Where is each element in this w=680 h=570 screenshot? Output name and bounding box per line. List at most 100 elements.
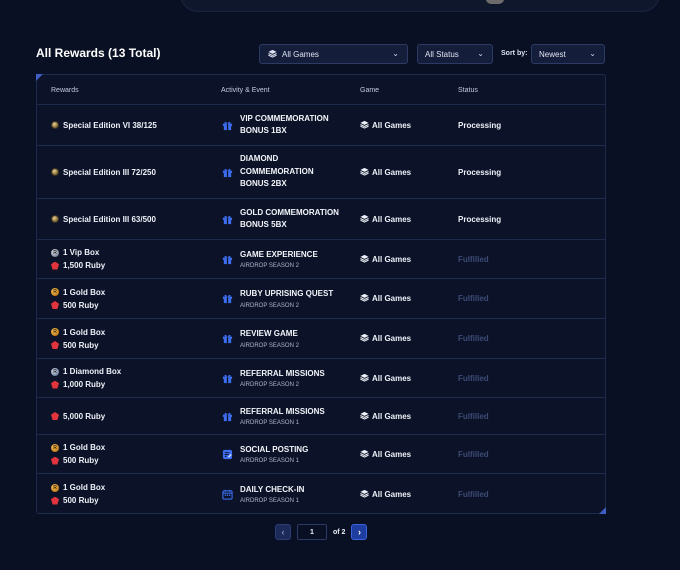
game-label: All Games	[372, 254, 412, 264]
sort-select[interactable]: Newest ⌄	[531, 44, 605, 64]
status-filter-select[interactable]: All Status ⌄	[417, 44, 493, 64]
activity-cell: GOLD COMMEMORATION BONUS 5BX	[221, 199, 356, 239]
game-cell: All Games	[360, 105, 455, 145]
game-label: All Games	[372, 167, 412, 177]
games-filter-select[interactable]: All Games ⌄	[259, 44, 408, 64]
layers-icon	[360, 489, 372, 500]
column-header-status: Status	[458, 87, 478, 94]
reward-label: 1,000 Ruby	[63, 380, 106, 389]
status-badge: Fulfilled	[458, 254, 489, 264]
ruby-icon	[51, 301, 59, 309]
reward-item: R 1 Gold Box	[51, 443, 105, 452]
activity-season: AIRDROP SEASON 2	[240, 302, 299, 309]
reward-label: 1 Gold Box	[63, 287, 106, 297]
reward-label: 500 Ruby	[63, 456, 99, 465]
reward-item: R 1 Vip Box	[51, 248, 105, 257]
activity-season: AIRDROP SEASON 2	[240, 342, 299, 349]
next-page-button[interactable]: ›	[351, 524, 368, 540]
activity-title: DIAMOND COMMEMORATION BONUS 2BX	[240, 154, 314, 189]
diamond-box-icon: R	[51, 367, 59, 376]
reward-item: 1,500 Ruby	[51, 261, 105, 270]
game-cell: All Games	[360, 279, 455, 318]
ruby-icon	[51, 380, 59, 389]
layers-icon	[360, 411, 372, 422]
reward-item: Special Edition III 63/500	[51, 215, 156, 224]
layers-icon	[360, 333, 372, 344]
column-header-rewards: Rewards	[51, 87, 79, 94]
game-cell: All Games	[360, 359, 455, 397]
activity-title: SOCIAL POSTING	[240, 444, 309, 454]
status-badge: Processing	[458, 214, 502, 224]
gold-box-icon: R	[51, 483, 59, 492]
reward-label: 1 Gold Box	[63, 327, 106, 337]
calendar-icon	[221, 488, 233, 500]
activity-cell: REFERRAL MISSIONS AIRDROP SEASON 1	[221, 398, 356, 434]
layers-icon	[360, 373, 372, 384]
reward-label: 1,500 Ruby	[63, 261, 106, 270]
gift-icon	[221, 253, 233, 265]
activity-title: GAME EXPERIENCE	[240, 249, 318, 259]
rewards-cell: 5,000 Ruby	[51, 398, 216, 434]
reward-label: 1 Gold Box	[63, 483, 106, 492]
status-cell: Fulfilled	[458, 240, 578, 278]
status-cell: Fulfilled	[458, 359, 578, 397]
status-badge: Fulfilled	[458, 411, 489, 421]
reward-label: 500 Ruby	[63, 300, 99, 310]
page-number-input[interactable]: 1	[297, 524, 327, 540]
layers-icon	[360, 449, 372, 460]
chevron-down-icon: ⌄	[589, 49, 596, 58]
ruby-icon	[51, 412, 59, 420]
rewards-cell: Special Edition III 63/500	[51, 199, 216, 239]
prev-page-button[interactable]: ‹	[275, 524, 291, 540]
table-row: R 1 Gold Box 500 Ruby SOCIAL POSTING AIRDROP…	[37, 435, 605, 474]
reward-item: 1,000 Ruby	[51, 380, 121, 389]
reward-item: 500 Ruby	[51, 456, 105, 465]
activity-cell: GAME EXPERIENCE AIRDROP SEASON 2	[221, 240, 356, 278]
reward-item: R 1 Gold Box	[51, 288, 105, 297]
status-badge: Fulfilled	[458, 489, 489, 499]
game-cell: All Games	[360, 146, 455, 198]
coin-icon	[51, 168, 59, 176]
table-row: R 1 Gold Box 500 Ruby DAILY CHECK-IN AIRDROP…	[37, 474, 605, 514]
avatar	[486, 0, 504, 4]
status-cell: Processing	[458, 105, 578, 145]
ruby-icon	[51, 496, 59, 505]
activity-title: REFERRAL MISSIONS	[240, 368, 325, 378]
activity-season: AIRDROP SEASON 1	[240, 458, 299, 465]
table-row: R 1 Vip Box 1,500 Ruby GAME EXPERIENCE AIRDR…	[37, 240, 605, 279]
table-row: 5,000 Ruby REFERRAL MISSIONS AIRDROP SEASO…	[37, 398, 605, 435]
game-cell: All Games	[360, 240, 455, 278]
gift-icon	[221, 119, 233, 131]
rewards-cell: R 1 Vip Box 1,500 Ruby	[51, 240, 216, 278]
activity-title: REVIEW GAME	[240, 329, 298, 339]
status-cell: Fulfilled	[458, 398, 578, 434]
table-row: R 1 Gold Box 500 Ruby RUBY UPRISING QUEST AI…	[37, 279, 605, 319]
rewards-cell: R 1 Gold Box 500 Ruby	[51, 474, 216, 514]
table-row: Special Edition VI 38/125 VIP COMMEMORATI…	[37, 105, 605, 146]
column-header-activity: Activity & Event	[221, 87, 270, 94]
reward-label: 500 Ruby	[63, 496, 99, 505]
chevron-down-icon: ⌄	[392, 49, 399, 58]
rewards-cell: R 1 Gold Box 500 Ruby	[51, 319, 216, 358]
game-cell: All Games	[360, 398, 455, 434]
status-badge: Fulfilled	[458, 373, 489, 383]
reward-label: 1 Diamond Box	[63, 367, 122, 376]
table-row: R 1 Diamond Box 1,000 Ruby REFERRAL MISSION…	[37, 359, 605, 398]
activity-title: VIP COMMEMORATION BONUS 1BX	[240, 113, 329, 136]
reward-item: R 1 Gold Box	[51, 483, 105, 492]
reward-item: Special Edition III 72/250	[51, 168, 156, 177]
status-badge: Fulfilled	[458, 334, 489, 343]
page-count-label: of 2	[333, 528, 346, 536]
activity-cell: SOCIAL POSTING AIRDROP SEASON 1	[221, 435, 356, 473]
status-badge: Fulfilled	[458, 449, 489, 459]
gift-icon	[221, 166, 233, 178]
reward-item: 500 Ruby	[51, 341, 105, 350]
edit-note-icon	[221, 448, 233, 460]
reward-item: R 1 Gold Box	[51, 328, 105, 337]
activity-cell: RUBY UPRISING QUEST AIRDROP SEASON 2	[221, 279, 356, 318]
table-header: Rewards Activity & Event Game Status	[37, 75, 605, 105]
gift-icon	[221, 333, 233, 345]
rewards-cell: Special Edition VI 38/125	[51, 105, 216, 145]
game-label: All Games	[372, 449, 412, 459]
chevron-down-icon: ⌄	[477, 49, 484, 58]
